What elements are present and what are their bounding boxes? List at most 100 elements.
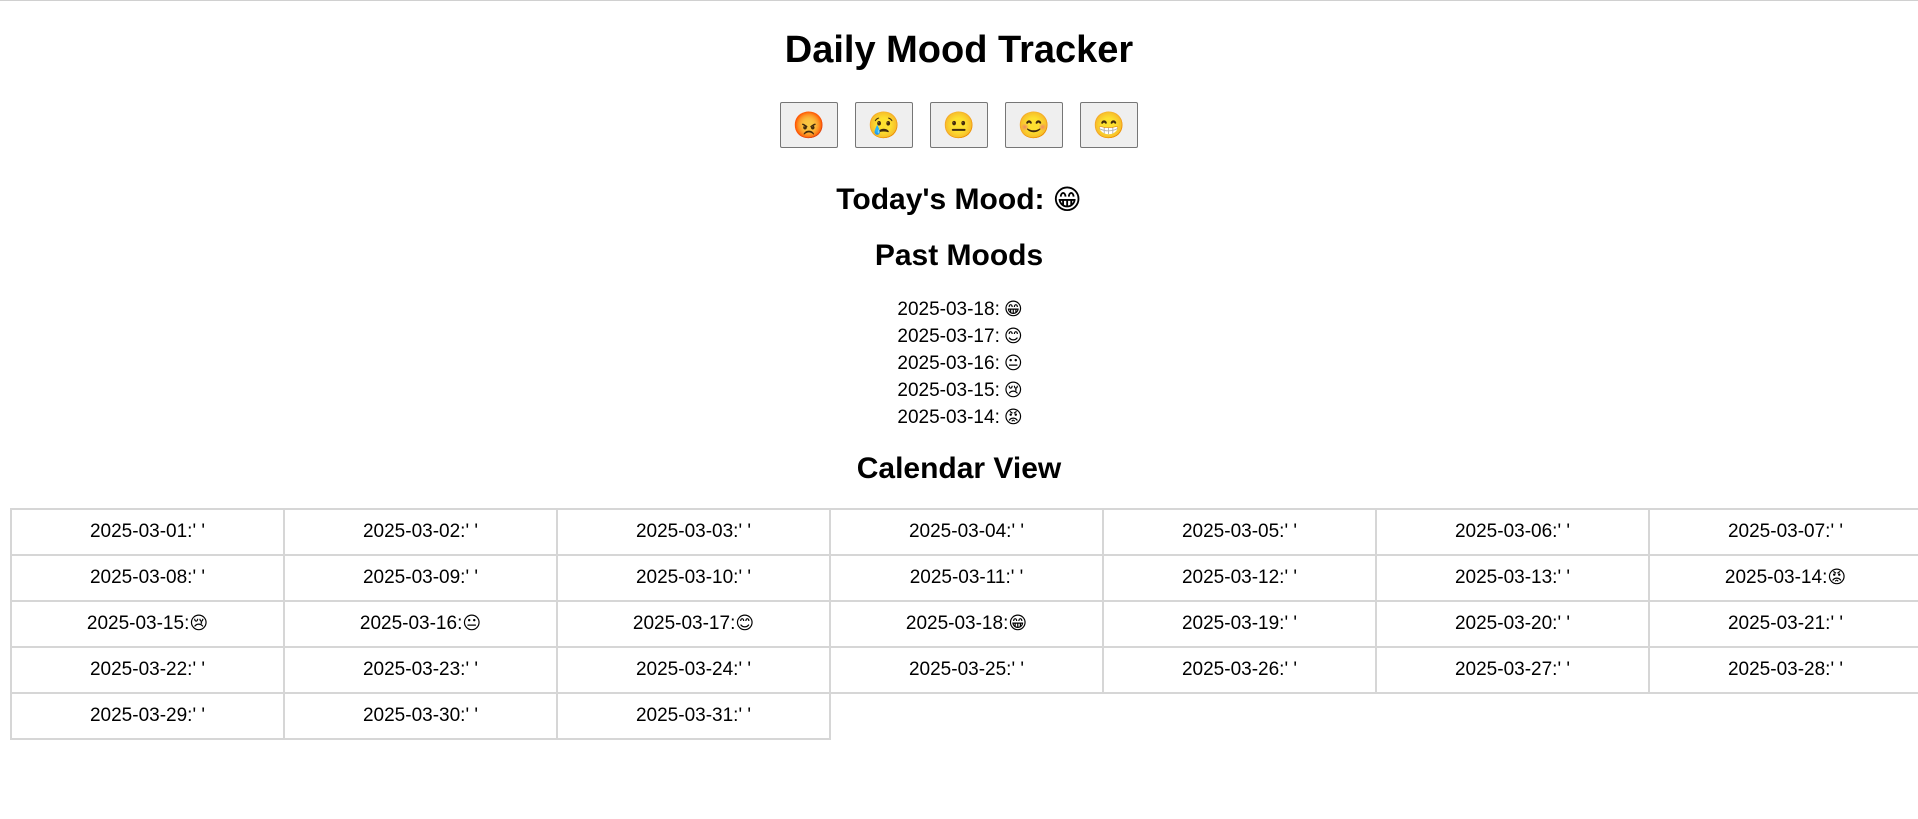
calendar-mood: ' ' bbox=[1830, 659, 1843, 680]
neutral-face-icon: 😐 bbox=[462, 613, 482, 633]
calendar-empty-cell bbox=[830, 693, 1103, 739]
grinning-face-icon: 😁 bbox=[1003, 299, 1023, 319]
calendar-mood: ' ' bbox=[465, 567, 478, 588]
calendar-date: 2025-03-01: bbox=[89, 521, 193, 542]
calendar-date: 2025-03-18: bbox=[905, 613, 1009, 634]
calendar-mood: ' ' bbox=[1011, 521, 1024, 542]
calendar-date: 2025-03-16: bbox=[359, 613, 463, 634]
angry-face-icon: 😡 bbox=[1827, 567, 1847, 587]
calendar-cell: 2025-03-28:' ' bbox=[1648, 646, 1918, 694]
calendar-date: 2025-03-25: bbox=[908, 659, 1012, 680]
list-item: 2025-03-15: 😢 bbox=[895, 377, 1022, 404]
calendar-cell: 2025-03-15:😢 bbox=[10, 600, 285, 648]
calendar-date: 2025-03-27: bbox=[1454, 659, 1558, 680]
calendar-empty-cell bbox=[1103, 693, 1376, 739]
grinning-face-icon: 😁 bbox=[1008, 613, 1028, 633]
calendar-date: 2025-03-20: bbox=[1454, 613, 1558, 634]
past-moods-heading: Past Moods bbox=[874, 239, 1044, 272]
calendar-cell: 2025-03-20:' ' bbox=[1375, 600, 1650, 648]
calendar-date: 2025-03-05: bbox=[1181, 521, 1285, 542]
calendar-cell: 2025-03-02:' ' bbox=[283, 508, 558, 556]
calendar-date: 2025-03-26: bbox=[1181, 659, 1285, 680]
calendar-grid: 2025-03-01:' ' 2025-03-02:' ' 2025-03-03… bbox=[10, 508, 1918, 740]
calendar-cell: 2025-03-09:' ' bbox=[283, 554, 558, 602]
calendar-cell: 2025-03-07:' ' bbox=[1648, 508, 1918, 556]
calendar-mood: ' ' bbox=[738, 521, 751, 542]
calendar-mood: ' ' bbox=[1284, 521, 1297, 542]
calendar-date: 2025-03-02: bbox=[362, 521, 466, 542]
calendar-mood: ' ' bbox=[1830, 613, 1843, 634]
angry-face-icon: 😡 bbox=[792, 110, 826, 140]
calendar-date: 2025-03-04: bbox=[908, 521, 1012, 542]
past-mood-date: 2025-03-15: bbox=[897, 380, 1000, 401]
calendar-mood: ' ' bbox=[1284, 613, 1297, 634]
list-item: 2025-03-16: 😐 bbox=[895, 350, 1022, 377]
calendar-mood: ' ' bbox=[1557, 521, 1570, 542]
calendar-week-row: 2025-03-01:' ' 2025-03-02:' ' 2025-03-03… bbox=[10, 508, 1918, 556]
calendar-cell: 2025-03-29:' ' bbox=[10, 692, 285, 740]
sad-face-icon: 😢 bbox=[189, 613, 209, 633]
calendar-date: 2025-03-22: bbox=[89, 659, 193, 680]
calendar-cell: 2025-03-10:' ' bbox=[556, 554, 831, 602]
calendar-cell: 2025-03-21:' ' bbox=[1648, 600, 1918, 648]
calendar-cell: 2025-03-19:' ' bbox=[1102, 600, 1377, 648]
calendar-cell: 2025-03-23:' ' bbox=[283, 646, 558, 694]
calendar-week-row: 2025-03-08:' ' 2025-03-09:' ' 2025-03-10… bbox=[10, 554, 1918, 602]
calendar-cell: 2025-03-24:' ' bbox=[556, 646, 831, 694]
calendar-empty-cell bbox=[1649, 693, 1918, 739]
calendar-mood: ' ' bbox=[465, 521, 478, 542]
past-mood-date: 2025-03-16: bbox=[897, 353, 1000, 374]
calendar-cell: 2025-03-12:' ' bbox=[1102, 554, 1377, 602]
calendar-mood: ' ' bbox=[465, 659, 478, 680]
calendar-date: 2025-03-14: bbox=[1724, 567, 1828, 588]
mood-button-excited[interactable]: 😁 bbox=[1080, 102, 1138, 148]
calendar-cell: 2025-03-18:😁 bbox=[829, 600, 1104, 648]
calendar-mood: ' ' bbox=[1557, 613, 1570, 634]
calendar-mood: ' ' bbox=[1011, 659, 1024, 680]
calendar-date: 2025-03-13: bbox=[1454, 567, 1558, 588]
calendar-date: 2025-03-30: bbox=[362, 705, 466, 726]
calendar-view-heading: Calendar View bbox=[856, 452, 1062, 485]
calendar-mood: ' ' bbox=[192, 705, 205, 726]
calendar-mood: ' ' bbox=[738, 567, 751, 588]
calendar-week-row: 2025-03-15:😢 2025-03-16:😐 2025-03-17:😊 2… bbox=[10, 600, 1918, 648]
calendar-cell: 2025-03-06:' ' bbox=[1375, 508, 1650, 556]
todays-mood-heading: Today's Mood: 😁 bbox=[0, 182, 1918, 218]
todays-mood-label: Today's Mood: bbox=[836, 183, 1045, 216]
calendar-cell: 2025-03-01:' ' bbox=[10, 508, 285, 556]
calendar-cell: 2025-03-22:' ' bbox=[10, 646, 285, 694]
calendar-date: 2025-03-08: bbox=[89, 567, 193, 588]
smiling-face-icon: 😊 bbox=[735, 613, 755, 633]
calendar-date: 2025-03-09: bbox=[362, 567, 466, 588]
list-item: 2025-03-18: 😁 bbox=[895, 296, 1022, 323]
mood-button-neutral[interactable]: 😐 bbox=[930, 102, 988, 148]
calendar-week-row: 2025-03-29:' ' 2025-03-30:' ' 2025-03-31… bbox=[10, 692, 1918, 740]
neutral-face-icon: 😐 bbox=[942, 110, 976, 140]
sad-face-icon: 😢 bbox=[867, 110, 901, 140]
top-divider bbox=[0, 0, 1918, 1]
calendar-mood: ' ' bbox=[738, 705, 751, 726]
mood-button-sad[interactable]: 😢 bbox=[855, 102, 913, 148]
todays-mood-icon: 😁 bbox=[1052, 184, 1082, 215]
calendar-cell: 2025-03-26:' ' bbox=[1102, 646, 1377, 694]
mood-button-angry[interactable]: 😡 bbox=[780, 102, 838, 148]
calendar-cell: 2025-03-11:' ' bbox=[829, 554, 1104, 602]
calendar-cell: 2025-03-27:' ' bbox=[1375, 646, 1650, 694]
sad-face-icon: 😢 bbox=[1003, 380, 1023, 400]
mood-tracker-app: Daily Mood Tracker 😡 😢 😐 😊 😁 Today's Moo… bbox=[0, 0, 1918, 487]
list-item: 2025-03-17: 😊 bbox=[895, 323, 1022, 350]
calendar-mood: ' ' bbox=[1010, 567, 1024, 588]
mood-button-happy[interactable]: 😊 bbox=[1005, 102, 1063, 148]
calendar-date: 2025-03-07: bbox=[1727, 521, 1831, 542]
calendar-mood: ' ' bbox=[1557, 659, 1570, 680]
calendar-cell: 2025-03-30:' ' bbox=[283, 692, 558, 740]
calendar-date: 2025-03-15: bbox=[86, 613, 190, 634]
calendar-mood: ' ' bbox=[1284, 567, 1297, 588]
mood-button-group: 😡 😢 😐 😊 😁 bbox=[0, 102, 1918, 148]
calendar-date: 2025-03-24: bbox=[635, 659, 739, 680]
calendar-date: 2025-03-03: bbox=[635, 521, 739, 542]
calendar-empty-cell bbox=[1376, 693, 1649, 739]
smiling-face-icon: 😊 bbox=[1017, 110, 1051, 140]
calendar-mood: ' ' bbox=[192, 521, 205, 542]
smiling-face-icon: 😊 bbox=[1003, 326, 1023, 346]
